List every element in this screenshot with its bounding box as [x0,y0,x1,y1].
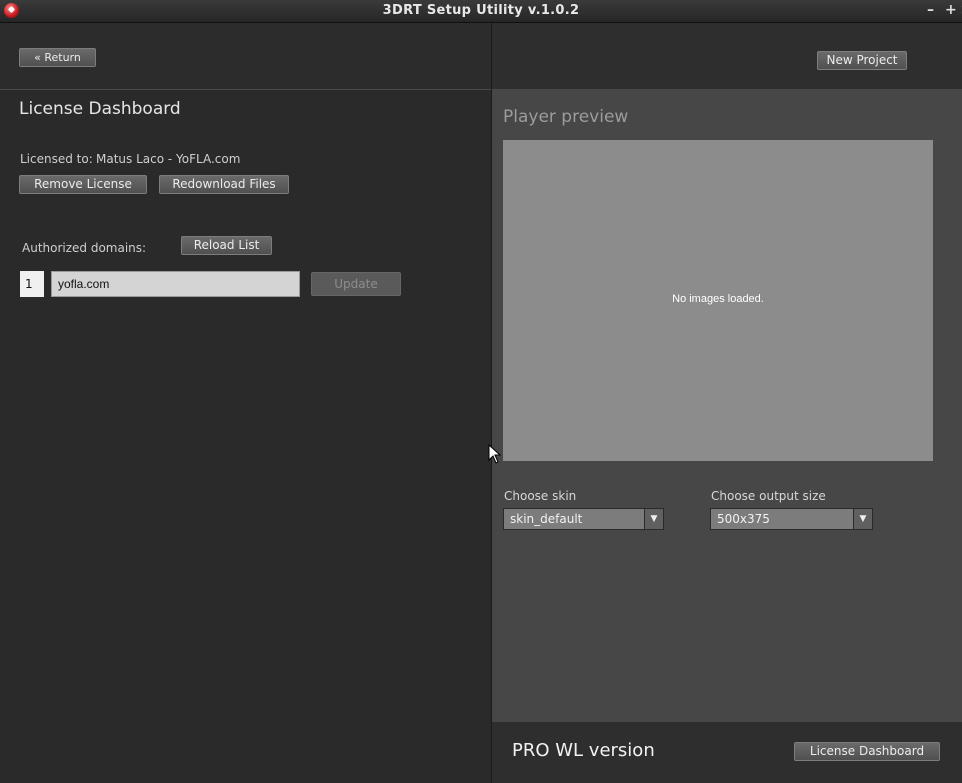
licensed-to-label: Licensed to: [20,152,93,166]
remove-license-button[interactable]: Remove License [19,175,147,194]
version-label: PRO WL version [512,740,655,761]
minimize-button[interactable]: – [927,2,934,18]
license-dashboard-button[interactable]: License Dashboard [794,742,940,761]
preview-heading: Player preview [503,107,629,127]
domain-input[interactable]: yofla.com [51,271,300,297]
output-size-select[interactable]: 500x375 ▼ [710,508,873,530]
update-button[interactable]: Update [311,272,401,296]
chevron-down-icon[interactable]: ▼ [853,509,872,529]
maximize-button[interactable]: + [945,2,957,18]
output-size-select-value: 500x375 [717,512,770,526]
redownload-files-button[interactable]: Redownload Files [159,175,289,194]
page-title: License Dashboard [19,99,181,119]
skin-select-value: skin_default [510,512,583,526]
right-toolbar: New Project [492,23,962,89]
chevron-down-icon[interactable]: ▼ [644,509,663,529]
domain-index: 1 [20,271,44,297]
output-size-label: Choose output size [711,489,826,503]
mouse-pointer-icon [488,444,502,464]
footer-bar: PRO WL version License Dashboard [492,722,962,783]
new-project-button[interactable]: New Project [817,51,907,70]
player-preview: No images loaded. [503,140,933,461]
window-title: 3DRT Setup Utility v.1.0.2 [382,3,580,18]
return-button[interactable]: « Return [19,48,96,67]
license-panel: « Return [0,23,491,783]
authorized-domains-label: Authorized domains: [22,241,147,255]
left-toolbar: « Return [0,23,491,90]
skin-select[interactable]: skin_default ▼ [503,508,664,530]
licensed-to-value: Matus Laco - YoFLA.com [96,152,241,166]
title-bar: 3DRT Setup Utility v.1.0.2 – + × [0,0,962,23]
reload-list-button[interactable]: Reload List [181,236,272,255]
skin-label: Choose skin [504,489,577,503]
preview-empty-text: No images loaded. [672,293,764,305]
